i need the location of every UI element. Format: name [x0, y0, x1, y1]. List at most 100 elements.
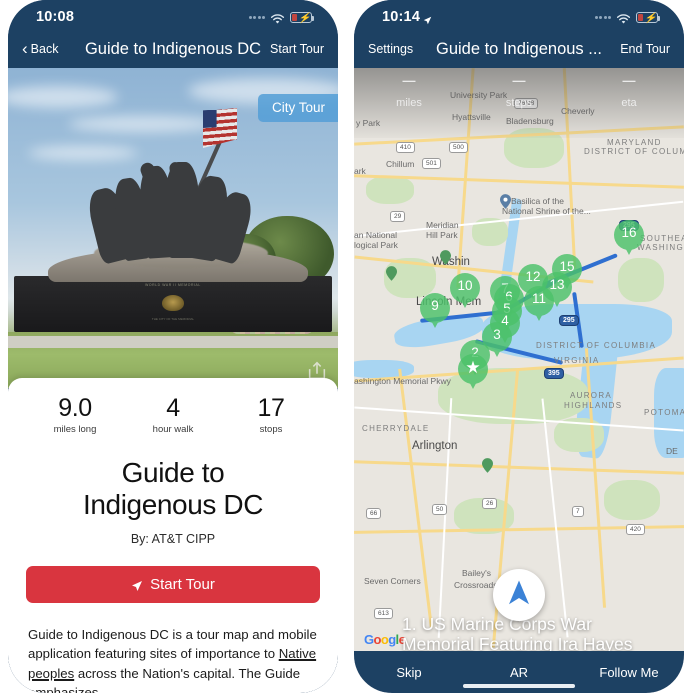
stat-miles: 9.0 miles long	[26, 394, 124, 435]
map-label: DISTRICT OF COLUMBIA	[584, 147, 684, 156]
recenter-navigation-button[interactable]	[493, 569, 545, 621]
map-marker-9[interactable]: 9	[420, 293, 450, 331]
chevron-left-icon: ‹	[22, 38, 28, 58]
stat-label: hour walk	[152, 424, 194, 435]
map-label: logical Park	[354, 240, 398, 250]
road-shield: 29	[390, 211, 406, 222]
map-label: CHERRYDALE	[362, 424, 430, 433]
stat-hours: 4 hour walk	[124, 394, 222, 435]
stat-label: miles long	[53, 424, 97, 435]
tour-detail-sheet: 9.0 miles long 4 hour walk 17 stops Guid…	[8, 378, 338, 693]
battery-charging-icon: ⚡	[290, 11, 314, 24]
city-tour-badge: City Tour	[257, 94, 338, 122]
wifi-icon	[270, 12, 285, 24]
back-button[interactable]: ‹ Back	[22, 38, 59, 58]
settings-label: Settings	[368, 42, 414, 56]
map-marker-16[interactable]: 16	[614, 220, 644, 258]
signal-icon	[248, 15, 265, 19]
map-label: Hill Park	[426, 230, 458, 240]
live-tour-stats: — miles — steps — eta	[354, 74, 684, 109]
live-stat-label: eta	[621, 97, 637, 109]
map-label: an National	[354, 230, 398, 240]
map-marker-11[interactable]: 11	[524, 286, 554, 324]
road-shield: 26	[482, 498, 498, 509]
start-tour-label: Start Tour	[150, 576, 215, 594]
navigation-arrow-icon	[504, 578, 534, 613]
hero-photo: WORLD WAR II MEMORIAL THE CITY OF THE ME…	[8, 68, 338, 388]
memorial-base-subtext: THE CITY OF THE MEMORIAL	[151, 317, 195, 321]
memorial-base-text: WORLD WAR II MEMORIAL	[145, 283, 201, 287]
status-bar: 10:08 ⚡	[8, 0, 338, 30]
map-marker-label: 16	[621, 225, 637, 240]
screenshot-stage: 10:08 ⚡ ‹ Back Guide to Indigenous DC St…	[0, 0, 700, 693]
tour-byline: By: AT&T CIPP	[130, 532, 216, 547]
live-stat-value: —	[402, 73, 416, 88]
status-time: 10:08	[36, 9, 75, 25]
iwo-jima-statue	[83, 102, 263, 266]
status-bar: 10:14 ⚡	[354, 0, 684, 30]
map-label: Crossroads	[454, 580, 498, 590]
road-shield: 295	[559, 315, 579, 326]
live-stat-label: steps	[505, 97, 533, 109]
live-stat-label: miles	[396, 97, 422, 109]
map-poi-icon	[386, 266, 397, 281]
road-shield: 7	[572, 506, 584, 517]
navigation-arrow-icon	[131, 579, 143, 591]
map-poi-icon	[440, 250, 451, 265]
location-arrow-icon	[423, 13, 432, 24]
battery-charging-icon: ⚡	[636, 11, 660, 24]
map-label: VIRGINIA	[554, 356, 600, 365]
end-tour-button[interactable]: End Tour	[620, 42, 670, 56]
map-marker-10[interactable]: 10	[450, 273, 480, 311]
map-label: ashington Memorial Pkwy	[354, 376, 451, 386]
stat-stops: 17 stops	[222, 394, 320, 435]
signal-icon	[594, 15, 611, 19]
status-indicators: ⚡	[248, 11, 314, 24]
follow-me-button[interactable]: Follow Me	[574, 665, 684, 680]
map-label: AURORA	[570, 391, 613, 400]
wifi-icon	[616, 12, 631, 24]
nav-bar: ‹ Back Guide to Indigenous DC Start Tour	[8, 30, 338, 68]
map-label: Chillum	[386, 159, 415, 169]
map-label: ark	[354, 166, 366, 176]
stat-value: 9.0	[58, 394, 92, 422]
nav-bar: Settings Guide to Indigenous ... End Tou…	[354, 30, 684, 68]
tour-map[interactable]: — miles — steps — eta University ParkHya…	[354, 68, 684, 693]
map-marker-current[interactable]: ★	[458, 354, 488, 392]
road-shield: 395	[544, 368, 564, 379]
phone-tour-detail: 10:08 ⚡ ‹ Back Guide to Indigenous DC St…	[8, 0, 338, 693]
road-shield: 420	[626, 524, 645, 535]
tour-title-line2: Indigenous DC	[82, 488, 264, 520]
tour-description: Guide to Indigenous DC is a tour map and…	[28, 625, 318, 693]
phone-tour-map: 10:14 ⚡ Settings Guide to Indigenous ...	[354, 0, 684, 693]
live-stat-value: —	[622, 73, 636, 88]
back-label: Back	[30, 42, 59, 56]
map-label: Arlington	[412, 440, 458, 452]
start-tour-button[interactable]: Start Tour	[26, 566, 320, 604]
live-stat-value: —	[512, 73, 526, 88]
settings-button[interactable]: Settings	[368, 42, 413, 56]
map-label: SOUTHEAST	[640, 234, 684, 243]
map-label: Seven Corners	[364, 576, 421, 586]
map-poi-icon	[482, 458, 493, 473]
map-label: POTOMAC	[644, 408, 684, 417]
tour-title-line1: Guide to	[121, 457, 225, 488]
road-shield: 500	[449, 142, 468, 153]
stop-title-line1: 1. US Marine Corps War	[402, 613, 592, 634]
live-stat-eta: — eta	[574, 74, 684, 109]
stat-value: 17	[257, 394, 285, 422]
map-label: Bailey's	[462, 568, 492, 578]
stat-value: 4	[166, 394, 180, 422]
map-marker-label: 9	[431, 298, 439, 313]
ar-button[interactable]: AR	[464, 665, 574, 680]
tour-stats: 9.0 miles long 4 hour walk 17 stops	[8, 392, 338, 435]
road-shield: 50	[432, 504, 448, 515]
start-tour-nav-button[interactable]: Start Tour	[270, 42, 324, 56]
memorial-seal-icon	[162, 295, 184, 311]
home-indicator	[463, 684, 575, 688]
skip-button[interactable]: Skip	[354, 665, 464, 680]
map-marker-label: 10	[457, 278, 473, 293]
map-label: MARYLAND	[607, 138, 662, 147]
map-label: DE	[666, 446, 678, 456]
map-label: DISTRICT OF COLUMBIA	[536, 341, 657, 350]
